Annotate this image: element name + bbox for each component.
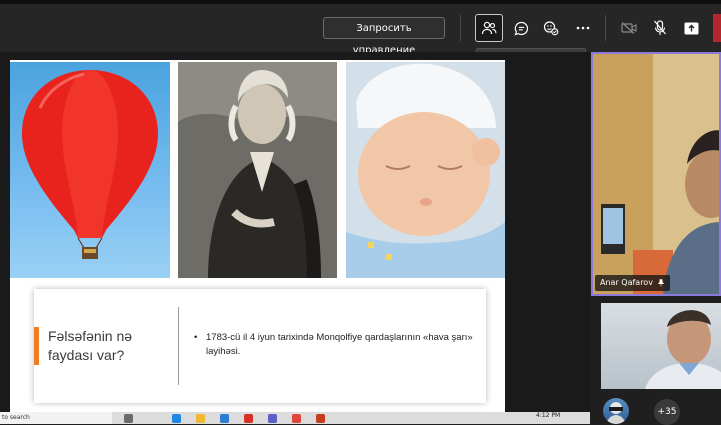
slide-bullet: • 1783-cü il 4 iyun tarixində Monqolfiye… bbox=[194, 331, 476, 359]
reactions-icon bbox=[543, 21, 559, 36]
pinned-participant-video[interactable]: Anar Qafarov bbox=[591, 52, 721, 296]
more-options-button[interactable] bbox=[569, 14, 597, 42]
powerpoint-icon[interactable] bbox=[316, 414, 325, 423]
shared-slide: Fəlsəfənin nə faydası var? • 1783-cü il … bbox=[10, 60, 505, 414]
more-participants-badge[interactable]: +35 bbox=[654, 399, 680, 425]
balloon-illustration bbox=[22, 70, 158, 259]
participants-icon bbox=[481, 21, 497, 35]
taskbar-search-box[interactable]: to search bbox=[0, 412, 112, 424]
reactions-button[interactable] bbox=[537, 14, 565, 42]
share-icon bbox=[684, 22, 698, 34]
chrome-icon[interactable] bbox=[292, 414, 301, 423]
bullet-text: 1783-cü il 4 iyun tarixində Monqolfiye q… bbox=[206, 332, 473, 357]
mic-off-icon bbox=[654, 20, 666, 35]
opera-icon[interactable] bbox=[244, 414, 253, 423]
franklin-portrait-image bbox=[178, 62, 337, 278]
leave-button-edge[interactable] bbox=[713, 14, 721, 42]
windows-taskbar: to search 4:12 PM bbox=[0, 412, 590, 424]
hot-air-balloon-image bbox=[10, 62, 170, 278]
pin-icon bbox=[657, 279, 665, 287]
mic-toggle-button[interactable] bbox=[646, 14, 674, 42]
participant-avatar[interactable] bbox=[603, 398, 629, 424]
slide-text-box: Fəlsəfənin nə faydası var? • 1783-cü il … bbox=[34, 289, 486, 403]
baby-illustration bbox=[346, 62, 505, 278]
portrait-illustration bbox=[178, 62, 337, 278]
mail-icon[interactable] bbox=[220, 414, 229, 423]
taskbar-clock: 4:12 PM bbox=[536, 412, 561, 419]
bullet-dot-icon: • bbox=[194, 332, 198, 343]
participant-video-2[interactable] bbox=[601, 303, 721, 389]
more-icon bbox=[576, 26, 590, 30]
teams-icon[interactable] bbox=[268, 414, 277, 423]
show-participants-button[interactable] bbox=[475, 14, 503, 42]
camera-toggle-button[interactable] bbox=[615, 14, 643, 42]
slide-heading: Fəlsəfənin nə faydası var? bbox=[48, 328, 133, 363]
toolbar-separator bbox=[460, 15, 461, 41]
toolbar-separator bbox=[605, 15, 606, 41]
file-explorer-icon[interactable] bbox=[196, 414, 205, 423]
chat-icon bbox=[514, 21, 528, 35]
meeting-toolbar: Запросить управление bbox=[0, 0, 721, 56]
request-control-button[interactable]: Запросить управление bbox=[323, 17, 445, 56]
text-box-divider bbox=[178, 307, 179, 385]
camera-off-icon bbox=[621, 22, 637, 34]
participant-video-frame bbox=[593, 54, 719, 294]
participant-name-tag: Anar Qafarov bbox=[595, 275, 670, 291]
chat-button[interactable] bbox=[507, 14, 535, 42]
avatar-image bbox=[606, 402, 626, 424]
task-view-icon[interactable] bbox=[124, 414, 133, 423]
share-content-button[interactable] bbox=[677, 14, 705, 42]
toolbar-top-edge bbox=[0, 0, 721, 4]
edge-icon[interactable] bbox=[172, 414, 181, 423]
participant-video-2-frame bbox=[645, 310, 721, 389]
heading-accent-bar bbox=[34, 327, 39, 365]
participant-name: Anar Qafarov bbox=[600, 278, 653, 287]
sleeping-baby-image bbox=[346, 62, 505, 278]
